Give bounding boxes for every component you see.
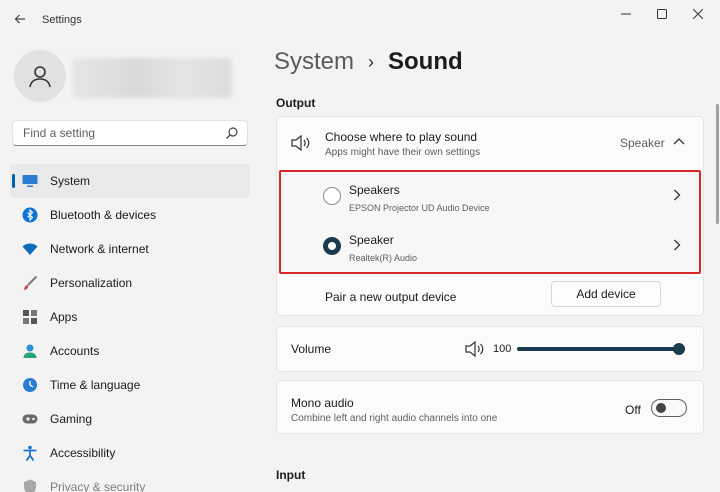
device-name: Speaker	[349, 233, 394, 247]
output-device-speaker[interactable]: Speaker Realtek(R) Audio	[277, 223, 703, 273]
device-description: EPSON Projector UD Audio Device	[349, 203, 490, 213]
user-icon	[29, 66, 51, 88]
mono-audio-state: Off	[625, 403, 641, 417]
wifi-icon	[22, 241, 38, 257]
input-section-label: Input	[276, 468, 306, 482]
sidebar-item-label: Bluetooth & devices	[50, 208, 157, 222]
gamepad-icon	[22, 411, 38, 427]
volume-slider[interactable]	[517, 343, 685, 355]
volume-label: Volume	[291, 342, 332, 356]
shield-icon	[22, 479, 38, 492]
chevron-right-icon[interactable]	[673, 189, 681, 201]
chevron-right-icon[interactable]	[673, 239, 681, 251]
sidebar-item-accessibility[interactable]: Accessibility	[10, 436, 250, 470]
scrollbar[interactable]	[716, 104, 719, 224]
main-content: System › Sound Output Choose where to pl…	[260, 40, 720, 492]
mono-audio-toggle[interactable]	[651, 399, 687, 417]
sidebar-item-label: Accessibility	[50, 446, 116, 460]
sidebar-item-personalization[interactable]: Personalization	[10, 266, 250, 300]
mono-audio-subtitle: Combine left and right audio channels in…	[291, 413, 498, 424]
sidebar-item-label: Gaming	[50, 412, 93, 426]
sidebar-item-label: Personalization	[50, 276, 133, 290]
radio-button-selected[interactable]	[323, 237, 341, 255]
sidebar-item-label: System	[50, 174, 91, 188]
sidebar-item-network[interactable]: Network & internet	[10, 232, 250, 266]
choose-output-title: Choose where to play sound	[325, 130, 478, 144]
page-title: Sound	[388, 48, 463, 75]
sidebar-item-label: Accounts	[50, 344, 100, 358]
sidebar-item-label: Privacy & security	[50, 480, 146, 492]
mono-audio-card: Mono audio Combine left and right audio …	[276, 380, 704, 434]
maximize-button[interactable]	[648, 6, 676, 26]
speaker-icon	[291, 135, 310, 151]
sidebar-item-time-language[interactable]: Time & language	[10, 368, 250, 402]
volume-value: 100	[493, 343, 512, 355]
chevron-up-icon[interactable]	[673, 137, 685, 145]
pair-device-label: Pair a new output device	[325, 290, 457, 304]
blurred-user-info	[72, 58, 232, 98]
system-icon	[22, 173, 38, 189]
sidebar-item-apps[interactable]: Apps	[10, 300, 250, 334]
sidebar-item-label: Network & internet	[50, 242, 149, 256]
search-box	[12, 120, 248, 146]
volume-slider-fill	[517, 347, 679, 351]
toggle-knob	[656, 403, 666, 413]
output-section-label: Output	[276, 96, 316, 110]
device-description: Realtek(R) Audio	[349, 253, 418, 263]
maximize-icon	[657, 9, 667, 19]
breadcrumb-separator: ›	[368, 51, 375, 72]
sidebar-item-accounts[interactable]: Accounts	[10, 334, 250, 368]
volume-slider-thumb[interactable]	[673, 343, 685, 355]
output-device-speakers[interactable]: Speakers EPSON Projector UD Audio Device	[277, 173, 703, 223]
sidebar-nav: System Bluetooth & devices Network & int…	[10, 164, 250, 492]
accounts-icon	[22, 343, 38, 359]
app-title: Settings	[42, 14, 82, 26]
mono-audio-title: Mono audio	[291, 396, 354, 410]
sidebar-item-system[interactable]: System	[10, 164, 250, 198]
back-arrow-icon	[14, 14, 25, 24]
sidebar: System Bluetooth & devices Network & int…	[0, 40, 260, 492]
close-button[interactable]	[684, 6, 712, 26]
avatar[interactable]	[14, 50, 66, 102]
minimize-button[interactable]	[612, 6, 640, 26]
add-device-button[interactable]: Add device	[551, 281, 661, 307]
volume-card: Volume 100	[276, 326, 704, 372]
radio-button[interactable]	[323, 187, 341, 205]
sidebar-item-label: Time & language	[50, 378, 141, 392]
accessibility-icon	[22, 445, 38, 461]
search-icon[interactable]	[225, 126, 239, 140]
brush-icon	[22, 275, 38, 291]
back-button[interactable]	[10, 10, 30, 30]
minimize-icon	[621, 13, 631, 15]
title-bar: Settings	[0, 0, 720, 40]
selected-output-value: Speaker	[620, 136, 665, 150]
globe-clock-icon	[22, 377, 38, 393]
search-input[interactable]	[13, 121, 213, 145]
close-icon	[692, 8, 704, 20]
sidebar-item-bluetooth[interactable]: Bluetooth & devices	[10, 198, 250, 232]
sidebar-item-gaming[interactable]: Gaming	[10, 402, 250, 436]
bluetooth-icon	[22, 207, 38, 223]
sidebar-item-privacy[interactable]: Privacy & security	[10, 470, 250, 492]
choose-output-row[interactable]: Choose where to play sound Apps might ha…	[277, 117, 703, 169]
sidebar-item-label: Apps	[50, 310, 78, 324]
volume-icon[interactable]	[465, 341, 485, 357]
device-name: Speakers	[349, 183, 400, 197]
breadcrumb: System › Sound	[274, 48, 463, 76]
breadcrumb-parent[interactable]: System	[274, 48, 354, 76]
output-card: Choose where to play sound Apps might ha…	[276, 116, 704, 316]
choose-output-subtitle: Apps might have their own settings	[325, 147, 481, 158]
apps-icon	[22, 309, 38, 325]
